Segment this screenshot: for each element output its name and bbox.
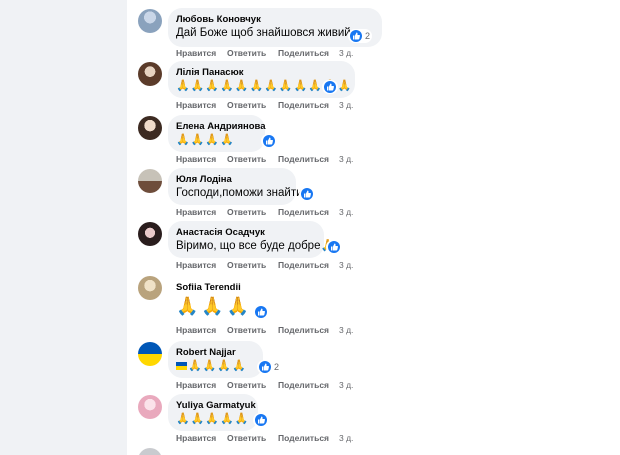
share-button[interactable]: Поделиться — [278, 325, 339, 335]
comment-actions: Нравится Ответить Поделиться 3 д. — [176, 207, 353, 217]
comment-timestamp[interactable]: 3 д. — [339, 433, 353, 443]
share-button[interactable]: Поделиться — [278, 100, 339, 110]
like-button[interactable]: Нравится — [176, 380, 227, 390]
share-button[interactable]: Поделиться — [278, 433, 339, 443]
comment-timestamp[interactable]: 3 д. — [339, 207, 353, 217]
avatar[interactable] — [138, 116, 162, 140]
reply-button[interactable]: Ответить — [227, 260, 278, 270]
avatar[interactable] — [138, 9, 162, 33]
reaction-summary[interactable] — [261, 134, 277, 148]
reaction-summary[interactable]: 2 — [348, 29, 373, 43]
comment-timestamp[interactable]: 3 д. — [339, 154, 353, 164]
like-icon — [263, 135, 275, 147]
reply-button[interactable]: Ответить — [227, 154, 278, 164]
like-button[interactable]: Нравится — [176, 325, 227, 335]
comment-bubble: Елена Андриянова 🙏🙏🙏🙏 — [168, 115, 266, 152]
like-icon — [255, 414, 267, 426]
like-button[interactable]: Нравится — [176, 207, 227, 217]
comment-actions: Нравится Ответить Поделиться 3 д. — [176, 380, 353, 390]
like-button[interactable]: Нравится — [176, 260, 227, 270]
avatar[interactable] — [138, 276, 162, 300]
comment-actions: Нравится Ответить Поделиться 3 д. — [176, 325, 353, 335]
comment-actions: Нравится Ответить Поделиться 3 д. — [176, 100, 353, 110]
comment-actions: Нравится Ответить Поделиться 3 д. — [176, 154, 353, 164]
reply-button[interactable]: Ответить — [227, 325, 278, 335]
share-button[interactable]: Поделиться — [278, 154, 339, 164]
reply-button[interactable]: Ответить — [227, 100, 278, 110]
reaction-summary[interactable] — [322, 80, 338, 94]
share-button[interactable]: Поделиться — [278, 380, 339, 390]
like-icon — [259, 361, 271, 373]
comment-timestamp[interactable]: 3 д. — [339, 260, 353, 270]
reply-button[interactable]: Ответить — [227, 207, 278, 217]
reaction-summary[interactable] — [253, 413, 269, 427]
comment-text-emoji: 🙏🙏🙏🙏 — [188, 360, 247, 372]
share-button[interactable]: Поделиться — [278, 207, 339, 217]
like-button[interactable]: Нравится — [176, 100, 227, 110]
reply-button[interactable]: Ответить — [227, 48, 278, 58]
share-button[interactable]: Поделиться — [278, 48, 339, 58]
like-button[interactable]: Нравится — [176, 48, 227, 58]
avatar[interactable] — [138, 62, 162, 86]
comment-bubble: Анастасія Осадчук Віримо, що все буде до… — [168, 221, 335, 258]
comment-author[interactable]: Любовь Коновчук — [176, 13, 374, 26]
comment-bubble: Robert Najjar 🙏🙏🙏🙏 — [168, 341, 263, 378]
like-icon — [328, 241, 340, 253]
comment-timestamp[interactable]: 3 д. — [339, 325, 353, 335]
comment-author[interactable]: Sofiia Terendii — [176, 281, 280, 294]
like-button[interactable]: Нравится — [176, 433, 227, 443]
ukraine-flag-icon — [176, 362, 187, 371]
reaction-summary[interactable]: 2 — [257, 360, 282, 374]
avatar[interactable] — [138, 395, 162, 419]
comment-bubble: Юля Лодіна Господи,поможи знайти — [168, 168, 303, 205]
comment-text: 🙏🙏🙏🙏 — [176, 359, 255, 374]
comment-author[interactable]: Robert Najjar — [176, 346, 255, 359]
like-icon — [350, 30, 362, 42]
comment-actions: Нравится Ответить Поделиться 3 д. — [176, 260, 353, 270]
comment-text: 🙏🙏🙏🙏 — [176, 134, 235, 146]
reaction-summary[interactable] — [253, 305, 269, 319]
reply-button[interactable]: Ответить — [227, 380, 278, 390]
left-gutter — [0, 0, 127, 455]
like-icon — [255, 306, 267, 318]
comment-author[interactable]: Yuliya Garmatyuk — [176, 399, 256, 412]
comment-text: 🙏🙏🙏🙏🙏 — [176, 413, 250, 425]
avatar[interactable] — [138, 169, 162, 193]
comment-bubble: Yuliya Garmatyuk 🙏🙏🙏🙏🙏 — [168, 394, 258, 431]
like-icon — [324, 81, 336, 93]
avatar[interactable] — [138, 222, 162, 246]
comment-timestamp[interactable]: 3 д. — [339, 100, 353, 110]
avatar[interactable] — [138, 448, 162, 455]
comment-author[interactable]: Лілія Панасюк — [176, 66, 347, 79]
comment-actions: Нравится Ответить Поделиться 3 д. — [176, 433, 353, 443]
reaction-summary[interactable] — [326, 240, 342, 254]
comments-feed: Любовь Коновчук Дай Боже щоб знайшовся ж… — [127, 0, 620, 455]
comment-actions: Нравится Ответить Поделиться 3 д. — [176, 48, 353, 58]
comment-text: Дай Боже щоб знайшовся живий. — [176, 27, 354, 39]
reaction-summary[interactable] — [299, 187, 315, 201]
comment-timestamp[interactable]: 3 д. — [339, 380, 353, 390]
comment-text: Господи,поможи знайти — [176, 187, 303, 199]
comment-timestamp[interactable]: 3 д. — [339, 48, 353, 58]
share-button[interactable]: Поделиться — [278, 260, 339, 270]
like-button[interactable]: Нравится — [176, 154, 227, 164]
like-icon — [301, 188, 313, 200]
avatar[interactable] — [138, 342, 162, 366]
comment-author[interactable]: Елена Андриянова — [176, 120, 266, 133]
comment-author[interactable]: Анастасія Осадчук — [176, 226, 316, 239]
reaction-count: 2 — [365, 31, 371, 41]
reaction-count: 2 — [274, 362, 280, 372]
comment-author[interactable]: Юля Лодіна — [176, 173, 288, 186]
comment-text: Віримо, що все буде добре🙏 — [176, 240, 335, 252]
reply-button[interactable]: Ответить — [227, 433, 278, 443]
comment-bubble: Sofiia Terendii 🙏🙏🙏 — [168, 276, 288, 320]
